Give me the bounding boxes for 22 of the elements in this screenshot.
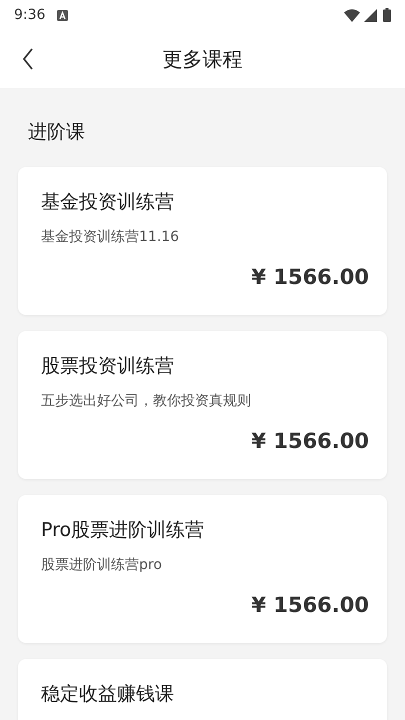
signal-icon <box>364 8 377 22</box>
course-description: 股票进阶训练营pro <box>41 556 163 574</box>
course-price: ¥ 1566.00 <box>251 428 369 454</box>
course-card[interactable]: 股票投资训练营 五步选出好公司，教你投资真规则 ¥ 1566.00 <box>18 330 387 478</box>
notification-icon <box>57 10 68 20</box>
course-title: 基金投资训练营 <box>41 190 175 214</box>
page-title: 更多课程 <box>162 46 242 73</box>
course-title: Pro股票进阶训练营 <box>41 518 206 542</box>
wifi-icon <box>344 8 360 22</box>
course-card[interactable]: 稳定收益赚钱课 <box>18 658 387 720</box>
course-description: 五步选出好公司，教你投资真规则 <box>41 392 252 410</box>
battery-icon <box>383 8 391 22</box>
course-title: 股票投资训练营 <box>41 354 175 378</box>
back-icon <box>22 48 34 70</box>
course-description: 基金投资训练营11.16 <box>41 228 180 246</box>
course-price: ¥ 1566.00 <box>251 592 369 618</box>
course-card[interactable]: Pro股票进阶训练营 股票进阶训练营pro ¥ 1566.00 <box>18 494 387 642</box>
course-title: 稳定收益赚钱课 <box>41 682 175 706</box>
status-time: 9:36 <box>14 6 46 24</box>
course-card[interactable]: 基金投资训练营 基金投资训练营11.16 ¥ 1566.00 <box>18 166 387 314</box>
course-price: ¥ 1566.00 <box>251 264 369 290</box>
section-title: 进阶课 <box>28 120 86 145</box>
